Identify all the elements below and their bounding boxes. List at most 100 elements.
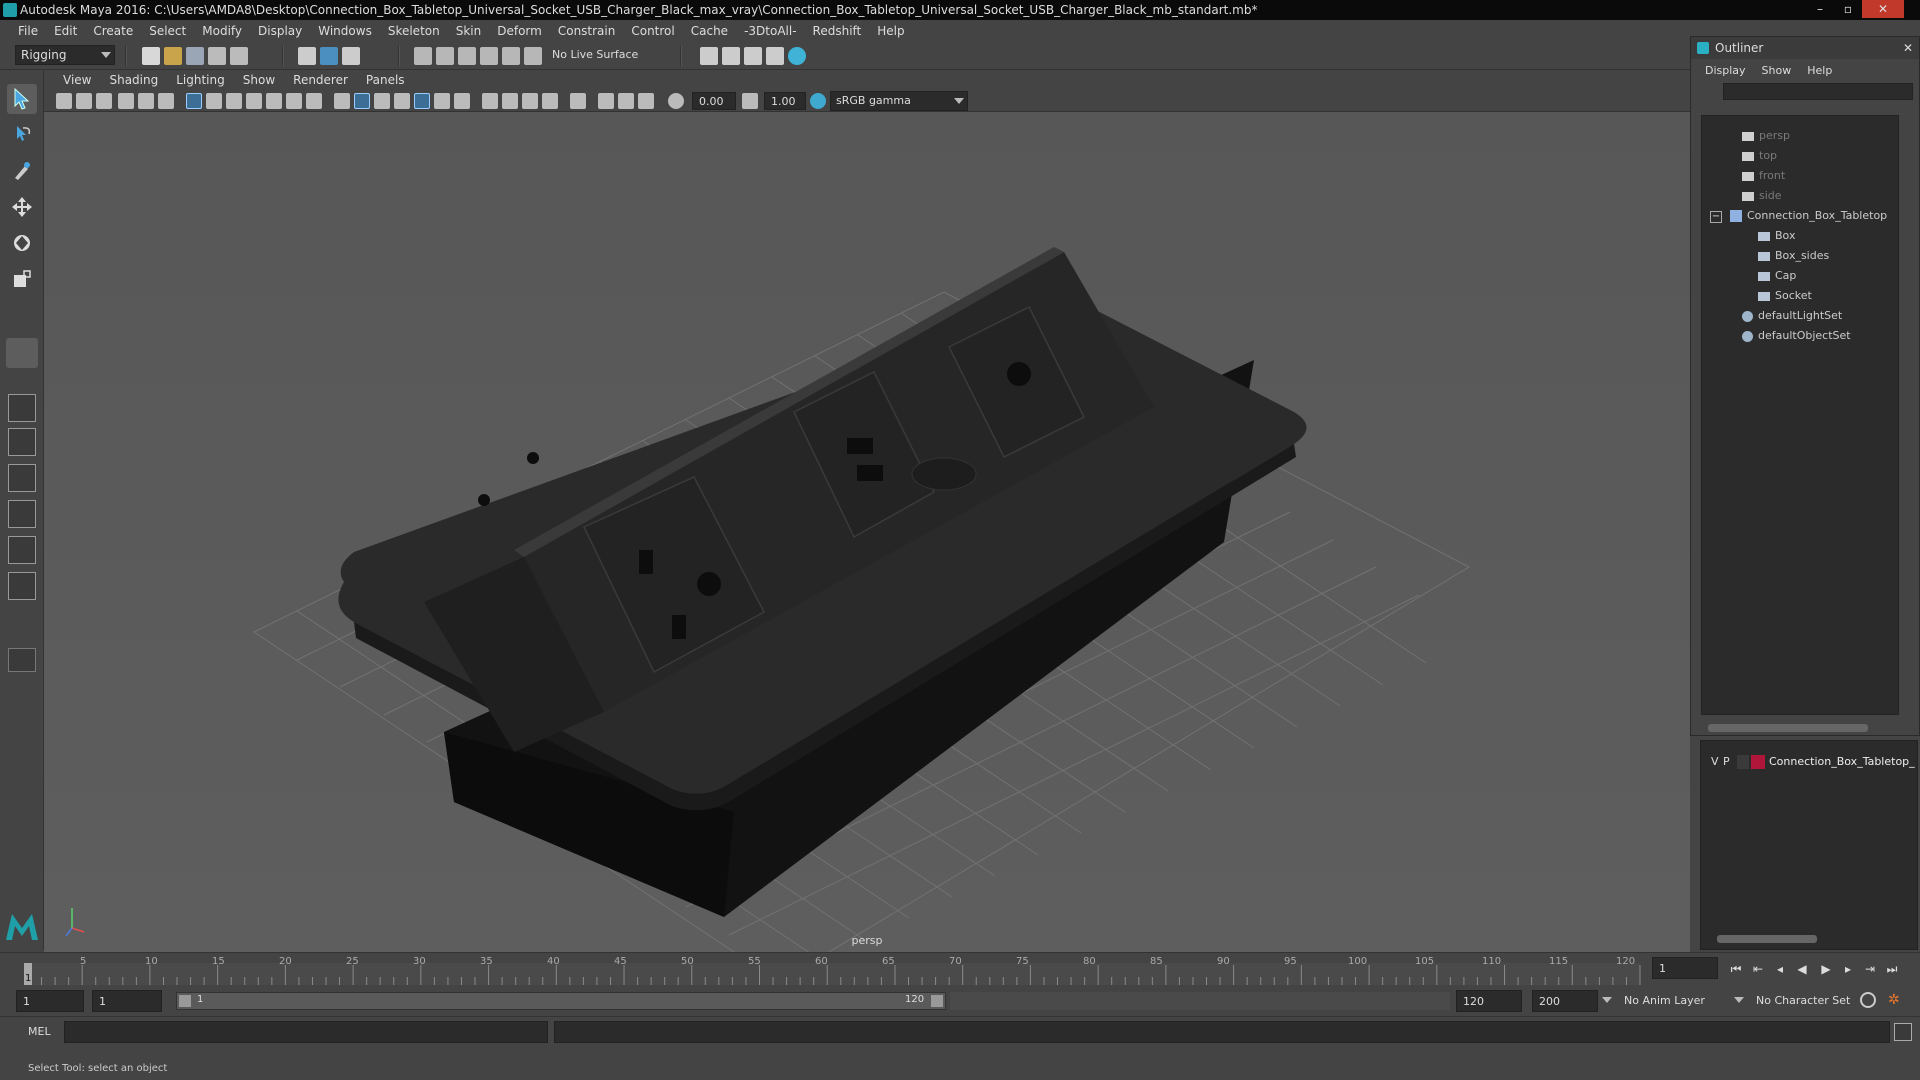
layout-single-icon[interactable] [8,394,36,422]
outliner-menu-show[interactable]: Show [1754,64,1800,77]
gamma-icon[interactable] [742,93,758,109]
film-gate-icon[interactable] [206,93,222,109]
menu-constrain[interactable]: Constrain [550,24,624,38]
panel-menu-shading[interactable]: Shading [100,73,167,87]
outliner-item-box-sides[interactable]: Box_sides [1758,246,1829,266]
wireframe-on-shaded-icon[interactable] [394,93,410,109]
gamma-field[interactable]: 1.00 [764,92,806,110]
layout-options-icon[interactable] [8,648,36,672]
outliner-close-icon[interactable]: ✕ [1903,37,1913,59]
menu-display[interactable]: Display [250,24,310,38]
playback-start-field[interactable]: 1 [92,990,162,1012]
layer-playback-toggle[interactable]: P [1723,755,1730,768]
panel-menu-view[interactable]: View [54,73,100,87]
persp-viewport[interactable]: persp [44,112,1690,952]
range-slider-bar[interactable]: 1 120 [176,992,946,1010]
menu-file[interactable]: File [10,24,46,38]
redo-icon[interactable] [230,47,248,65]
screen-space-ao-icon[interactable] [482,93,498,109]
view-transform-dropdown[interactable]: sRGB gamma [830,91,968,111]
select-hierarchy-icon[interactable] [298,47,316,65]
isolate-select-icon[interactable] [570,93,586,109]
step-back-frame-button[interactable]: ◂ [1772,961,1788,977]
layer-color-swatch[interactable] [1751,755,1765,769]
color-management-icon[interactable] [810,93,826,109]
live-surface-field[interactable]: No Live Surface [552,48,638,61]
menu-help[interactable]: Help [869,24,912,38]
maximize-button[interactable]: ▫ [1834,0,1862,18]
animation-end-field[interactable]: 200 [1532,990,1598,1012]
use-lights-icon[interactable] [434,93,450,109]
range-end-handle[interactable] [931,995,943,1007]
bookmark-icon[interactable] [96,93,112,109]
close-button[interactable]: ✕ [1862,0,1904,18]
current-frame-field[interactable]: 1 [1652,957,1718,979]
image-plane-icon[interactable] [118,93,134,109]
move-tool-icon[interactable] [7,192,37,222]
xray-joints-icon[interactable] [618,93,634,109]
outliner-item-cap[interactable]: Cap [1758,266,1796,286]
menu-redshift[interactable]: Redshift [805,24,870,38]
outliner-item-default-light-set[interactable]: defaultLightSet [1742,306,1842,326]
grease-pencil-icon[interactable] [158,93,174,109]
render-settings-icon[interactable] [744,47,762,65]
panel-menu-renderer[interactable]: Renderer [284,73,357,87]
anim-layer-dropdown[interactable]: No Anim Layer [1624,994,1705,1007]
soft-modification-icon[interactable] [6,338,38,368]
outliner-horizontal-scrollbar[interactable] [1708,724,1868,732]
resolution-gate-icon[interactable] [226,93,242,109]
motion-blur-icon[interactable] [502,93,518,109]
wireframe-icon[interactable] [334,93,350,109]
menu-control[interactable]: Control [623,24,682,38]
menu-set-dropdown[interactable]: Rigging [15,45,115,65]
panel-menu-panels[interactable]: Panels [357,73,414,87]
char-set-arrow-icon[interactable] [1734,994,1746,1006]
step-forward-key-button[interactable]: ⇥ [1862,961,1878,977]
new-scene-icon[interactable] [142,47,160,65]
safe-title-icon[interactable] [306,93,322,109]
anti-aliasing-icon[interactable] [522,93,538,109]
layout-persp-icon[interactable] [8,572,36,600]
go-to-end-button[interactable]: ⏭ [1884,961,1900,977]
layer-visibility-toggle[interactable]: V [1711,755,1719,768]
snap-surface-icon[interactable] [524,47,542,65]
gate-mask-icon[interactable] [246,93,262,109]
panel-menu-lighting[interactable]: Lighting [167,73,234,87]
panel-menu-show[interactable]: Show [234,73,284,87]
ipr-render-icon[interactable] [722,47,740,65]
textured-icon[interactable] [414,93,430,109]
snap-live-icon[interactable] [502,47,520,65]
menu-create[interactable]: Create [85,24,141,38]
outliner-menu-help[interactable]: Help [1799,64,1840,77]
script-editor-icon[interactable] [1894,1023,1912,1041]
menu-skeleton[interactable]: Skeleton [380,24,448,38]
menu-windows[interactable]: Windows [310,24,380,38]
outliner-item-connection-box[interactable]: − Connection_Box_Tabletop [1710,206,1887,226]
animation-start-field[interactable]: 1 [16,990,84,1012]
menu-deform[interactable]: Deform [489,24,550,38]
go-to-start-button[interactable]: ⏮ [1728,961,1744,977]
scale-tool-icon[interactable] [7,264,37,294]
menu-skin[interactable]: Skin [448,24,490,38]
step-forward-frame-button[interactable]: ▸ [1840,961,1856,977]
play-backward-button[interactable]: ◀ [1794,961,1810,977]
exposure-field[interactable]: 0.00 [692,92,736,110]
menu-edit[interactable]: Edit [46,24,85,38]
depth-of-field-icon[interactable] [542,93,558,109]
camera-lock-icon[interactable] [76,93,92,109]
default-material-icon[interactable] [374,93,390,109]
snap-point-icon[interactable] [458,47,476,65]
grid-icon[interactable] [186,93,202,109]
command-language-toggle[interactable]: MEL [28,1025,51,1038]
menu-cache[interactable]: Cache [683,24,736,38]
layer-name[interactable]: Connection_Box_Tabletop_U [1769,755,1915,768]
outliner-item-default-object-set[interactable]: defaultObjectSet [1742,326,1851,346]
outliner-menu-display[interactable]: Display [1697,64,1754,77]
snap-grid-icon[interactable] [414,47,432,65]
layer-reference-toggle[interactable] [1737,755,1749,769]
outliner-item-persp[interactable]: persp [1742,126,1790,146]
outliner-item-top[interactable]: top [1742,146,1777,166]
anim-layer-arrow-icon[interactable] [1602,994,1614,1006]
xray-components-icon[interactable] [638,93,654,109]
smooth-shade-icon[interactable] [354,93,370,109]
